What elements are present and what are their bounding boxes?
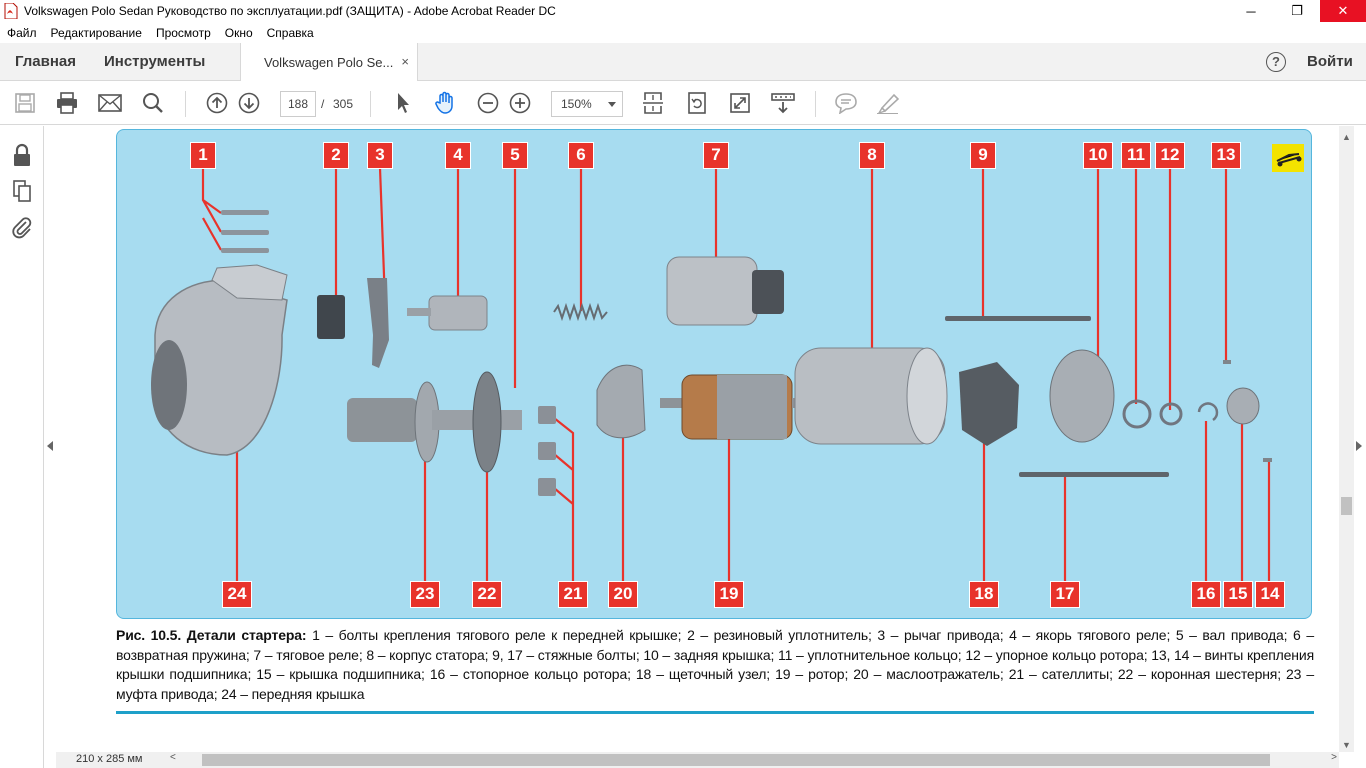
- expand-right-panel-icon[interactable]: [1356, 441, 1362, 451]
- menu-edit[interactable]: Редактирование: [44, 26, 149, 40]
- tab-home[interactable]: Главная: [15, 43, 76, 80]
- callout-19: 19: [714, 581, 744, 608]
- menu-window[interactable]: Окно: [218, 26, 260, 40]
- caption-lead: Рис. 10.5. Детали стартера:: [116, 627, 307, 643]
- zoom-value: 150%: [561, 97, 592, 111]
- callout-1: 1: [190, 142, 216, 169]
- hand-tool-icon[interactable]: [432, 90, 458, 116]
- horizontal-scroll-thumb[interactable]: [202, 754, 1270, 766]
- help-icon[interactable]: ?: [1266, 52, 1286, 72]
- callout-6: 6: [568, 142, 594, 169]
- callout-12: 12: [1155, 142, 1185, 169]
- left-tool-panel: [0, 126, 44, 768]
- close-window-button[interactable]: ✕: [1320, 0, 1366, 22]
- tab-bar: Главная Инструменты Volkswagen Polo Se..…: [0, 43, 1366, 81]
- fit-page-icon[interactable]: [640, 90, 666, 116]
- tab-document-label: Volkswagen Polo Se...: [264, 54, 394, 70]
- page-total: 305: [333, 97, 354, 111]
- document-view[interactable]: 1 2 3 4 5 6 7 8 9 10 11 12 13 24 23 22 2…: [56, 126, 1339, 752]
- callout-8: 8: [859, 142, 885, 169]
- vertical-scroll-thumb[interactable]: [1341, 497, 1352, 515]
- callout-11: 11: [1121, 142, 1151, 169]
- save-icon[interactable]: [12, 90, 38, 116]
- callout-10: 10: [1083, 142, 1113, 169]
- acrobat-pdf-icon: [4, 2, 18, 20]
- rotate-page-icon[interactable]: [684, 90, 710, 116]
- title-bar: Volkswagen Polo Sedan Руководство по экс…: [0, 0, 1366, 22]
- page-number-input[interactable]: 188: [280, 91, 316, 117]
- collapse-left-panel-icon[interactable]: [47, 441, 53, 451]
- callout-7: 7: [703, 142, 729, 169]
- callout-5: 5: [502, 142, 528, 169]
- window-title: Volkswagen Polo Sedan Руководство по экс…: [24, 4, 556, 18]
- callout-9: 9: [970, 142, 996, 169]
- chevron-down-icon: [608, 102, 616, 107]
- scroll-down-icon[interactable]: ▼: [1342, 740, 1351, 750]
- scroll-mode-icon[interactable]: [770, 90, 796, 116]
- callout-24: 24: [222, 581, 252, 608]
- callout-13: 13: [1211, 142, 1241, 169]
- select-tool-icon[interactable]: [390, 90, 416, 116]
- callout-20: 20: [608, 581, 638, 608]
- zoom-out-icon[interactable]: [475, 90, 501, 116]
- caption-divider: [116, 711, 1314, 714]
- toolbar: 188 / 305 150%: [0, 82, 1366, 125]
- search-icon[interactable]: [140, 90, 166, 116]
- attachment-icon[interactable]: [10, 215, 34, 239]
- comment-icon[interactable]: [833, 90, 859, 116]
- next-page-icon[interactable]: [236, 90, 262, 116]
- signin-button[interactable]: Войти: [1307, 53, 1353, 70]
- scroll-up-icon[interactable]: ▲: [1342, 132, 1351, 142]
- callout-23: 23: [410, 581, 440, 608]
- tab-document[interactable]: Volkswagen Polo Se... ×: [240, 43, 418, 81]
- status-bar: 210 x 285 мм < >: [56, 752, 1339, 768]
- callout-22: 22: [472, 581, 502, 608]
- full-screen-icon[interactable]: [727, 90, 753, 116]
- callout-18: 18: [969, 581, 999, 608]
- zoom-in-icon[interactable]: [507, 90, 533, 116]
- scroll-right-icon[interactable]: >: [1331, 752, 1337, 763]
- starter-exploded-figure: 1 2 3 4 5 6 7 8 9 10 11 12 13 24 23 22 2…: [116, 129, 1312, 619]
- callout-2: 2: [323, 142, 349, 169]
- callout-17: 17: [1050, 581, 1080, 608]
- callout-16: 16: [1191, 581, 1221, 608]
- email-icon[interactable]: [97, 90, 123, 116]
- callout-14: 14: [1255, 581, 1285, 608]
- menu-file[interactable]: Файл: [0, 26, 44, 40]
- highlight-pen-icon[interactable]: [875, 90, 901, 116]
- callout-21: 21: [558, 581, 588, 608]
- menu-view[interactable]: Просмотр: [149, 26, 218, 40]
- page-size-label: 210 x 285 мм: [76, 753, 143, 765]
- scroll-left-icon[interactable]: <: [170, 752, 176, 763]
- callout-4: 4: [445, 142, 471, 169]
- menu-bar: Файл Редактирование Просмотр Окно Справк…: [0, 22, 1366, 43]
- maximize-button[interactable]: ❐: [1274, 0, 1320, 22]
- tab-tools[interactable]: Инструменты: [104, 43, 205, 80]
- lock-icon[interactable]: [10, 143, 34, 167]
- vertical-scrollbar[interactable]: ▲ ▼: [1339, 126, 1354, 752]
- figure-caption: Рис. 10.5. Детали стартера: 1 – болты кр…: [116, 626, 1314, 704]
- previous-page-icon[interactable]: [204, 90, 230, 116]
- page-separator: /: [321, 97, 325, 111]
- callout-3: 3: [367, 142, 393, 169]
- print-icon[interactable]: [54, 90, 80, 116]
- menu-help[interactable]: Справка: [260, 26, 321, 40]
- minimize-button[interactable]: ─: [1228, 0, 1274, 22]
- tab-close-icon[interactable]: ×: [401, 54, 409, 69]
- pages-thumbnails-icon[interactable]: [10, 179, 34, 203]
- callout-15: 15: [1223, 581, 1253, 608]
- zoom-select[interactable]: 150%: [551, 91, 623, 117]
